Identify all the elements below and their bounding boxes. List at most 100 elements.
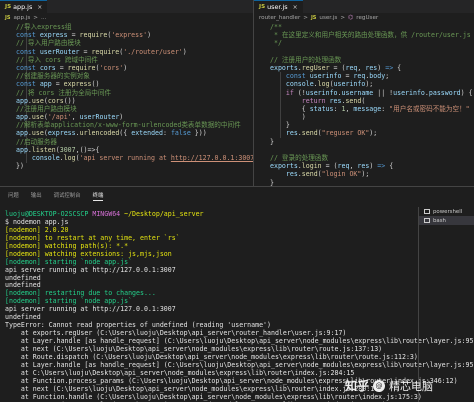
code-token: req: [353, 72, 366, 81]
tab-app-js[interactable]: JS app.js ×: [0, 0, 48, 13]
close-icon[interactable]: ×: [293, 4, 298, 11]
code-token: {: [393, 63, 402, 72]
code-token: app: [16, 145, 28, 154]
breadcrumb: router_handler > JS user.js > ⌬ regUser: [254, 13, 474, 22]
code-line: }: [254, 179, 474, 186]
code-editor-user-js[interactable]: /** * 在这里定义和用户相关的路由处理函数，供 /router/user.j…: [254, 23, 474, 186]
panel-tab-bar: 问题 输出 调试控制台 终端: [8, 191, 104, 201]
code-token: send: [301, 129, 318, 138]
code-token: exports: [270, 162, 298, 171]
panel-tab[interactable]: 输出: [31, 191, 42, 201]
code-token: 'api server running at: [79, 154, 171, 162]
code-token: message: [353, 104, 382, 113]
code-token: userinfo: [305, 88, 338, 97]
code-token: login: [301, 162, 322, 171]
code-line: app.listen(3007,()=>{: [0, 146, 253, 154]
breadcrumb: JS app.js > ...: [0, 13, 253, 22]
code-token: body: [369, 72, 386, 81]
code-line: /**: [254, 23, 474, 31]
left-editor-pane[interactable]: JS app.js × JS app.js > ... //导入express组…: [0, 0, 254, 186]
code-token: //注册用户路由模块: [16, 104, 77, 113]
tab-label: app.js: [13, 3, 33, 11]
code-token: ) {: [460, 88, 473, 97]
code-token: 'express': [111, 31, 148, 40]
code-token: }: [270, 121, 290, 130]
code-token: false: [170, 129, 191, 138]
panel-tab[interactable]: 问题: [8, 191, 19, 201]
code-token: require: [79, 31, 108, 40]
code-token: (): [91, 80, 100, 89]
code-token: at next (C:\Users\luoju\Desktop\api_serv…: [5, 344, 383, 353]
code-token: return: [270, 96, 330, 105]
code-line: * 在这里定义和用户相关的路由处理函数，供 /router/user.js: [254, 31, 474, 39]
code-token: app: [16, 96, 28, 105]
code-token: express: [47, 129, 76, 138]
code-line: app.use(express.urlencoded({ extended: f…: [0, 129, 253, 137]
code-token: =>: [385, 63, 394, 72]
code-token: */: [270, 39, 282, 48]
code-token: }: [270, 178, 274, 186]
right-editor-pane[interactable]: JS user.js × router_handler > JS user.js…: [254, 0, 474, 186]
code-token: userRouter: [39, 47, 80, 56]
code-token: cors: [47, 96, 64, 105]
code-line: const app = express(): [0, 80, 253, 88]
code-token: './router/user': [123, 47, 183, 56]
breadcrumb-file[interactable]: app.js: [13, 15, 30, 21]
code-token: listen: [31, 145, 56, 154]
code-line: const cors = require('cors'): [0, 64, 253, 72]
code-line: console.log('api server running at http:…: [0, 154, 253, 162]
breadcrumb-file[interactable]: user.js: [319, 15, 337, 21]
terminal-list-item[interactable]: powershell: [419, 207, 474, 216]
code-editor-app-js[interactable]: //导入express组 const express = require('exp…: [0, 23, 253, 170]
tab-user-js[interactable]: JS user.js ×: [254, 0, 303, 13]
code-line: // 将 cors 注册为全局中间件: [0, 89, 253, 97]
close-icon[interactable]: ×: [37, 4, 42, 11]
code-line: res.send("login OK");: [254, 170, 474, 178]
js-file-icon: JS: [310, 14, 317, 21]
function-icon: ⌬: [348, 14, 354, 21]
code-token: "用户名或密码不能为空！": [389, 104, 470, 113]
code-token: app: [39, 80, 52, 89]
breadcrumb-item[interactable]: ...: [41, 15, 46, 21]
code-token: res: [357, 162, 370, 171]
code-token: //导入express组: [16, 23, 72, 31]
js-file-icon: JS: [259, 4, 266, 10]
code-line: }: [254, 121, 474, 129]
code-token: //解析表单application/x-www-form-urlencoded类…: [16, 121, 241, 130]
panel-tab[interactable]: 调试控制台: [54, 191, 81, 201]
code-token: // 导入用户路由模块: [16, 39, 81, 48]
code-line: if (!userinfo.username || !userinfo.pass…: [254, 89, 474, 97]
code-line: }: [254, 138, 474, 146]
code-token: TypeError: Cannot read properties of und…: [5, 321, 271, 330]
code-token: userinfo: [333, 80, 366, 89]
code-token: express: [39, 31, 68, 40]
code-token: = (: [321, 162, 338, 171]
code-line: res.send("reguser OK");: [254, 129, 474, 137]
code-token: const: [16, 47, 40, 56]
code-token: =: [51, 80, 64, 89]
code-token: use: [31, 113, 44, 122]
watermark-brand: 知乎: [345, 379, 370, 393]
code-token: {: [385, 162, 394, 171]
terminal-output[interactable]: luoju@DESKTOP-O2SCSCP MINGW64 ~/Desktop/…: [5, 210, 474, 402]
code-token: req: [345, 63, 358, 72]
code-line: //启动服务器: [0, 138, 253, 146]
terminal-line: undefined: [5, 274, 415, 283]
code-token: req: [337, 162, 350, 171]
breadcrumb-item[interactable]: regUser: [356, 15, 378, 21]
panel-tab[interactable]: 终端: [92, 191, 104, 201]
code-token: const: [16, 63, 40, 72]
code-token: [nodemon] watching path(s): *.*: [5, 241, 129, 250]
editor-area: JS app.js × JS app.js > ... //导入express组…: [0, 0, 474, 186]
terminal-list-item[interactable]: bash: [419, 216, 474, 225]
code-token: const: [16, 80, 40, 89]
terminal-icon: [424, 218, 430, 223]
code-line: */: [254, 39, 474, 47]
js-file-icon: JS: [5, 14, 11, 21]
code-token: ): [123, 63, 128, 72]
code-token: log: [63, 154, 76, 162]
code-token: '/api': [47, 113, 72, 122]
code-token: exports: [270, 63, 298, 72]
breadcrumb-folder[interactable]: router_handler: [259, 15, 300, 21]
